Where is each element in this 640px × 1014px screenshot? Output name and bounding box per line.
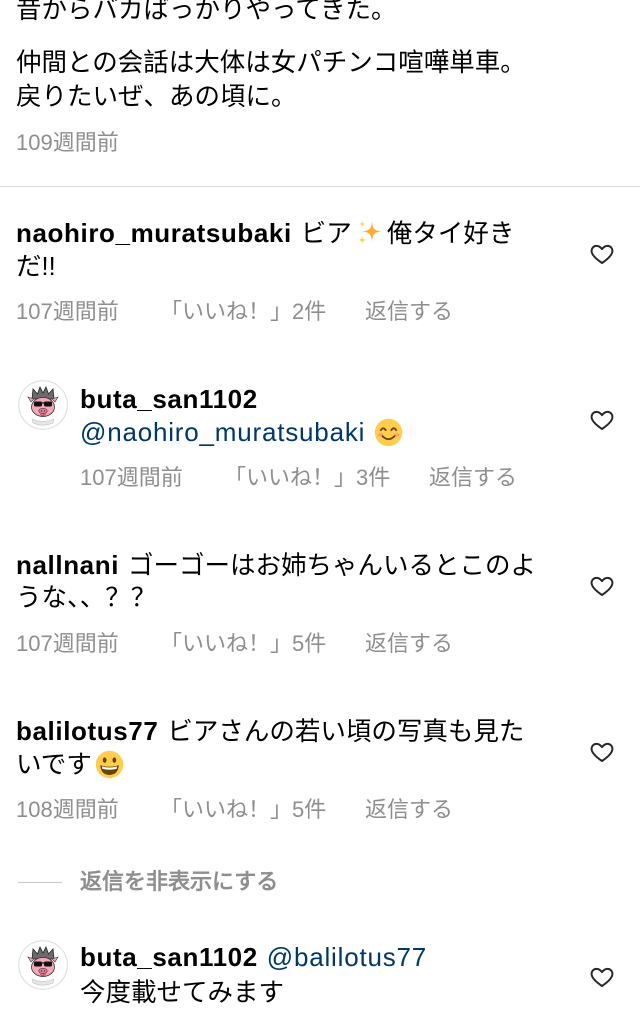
comment-text-line: 今度載せてみます [80,976,284,1010]
mention-link[interactable]: @balilotus77 [267,942,427,972]
sparkles-emoji-icon [355,219,384,248]
like-heart-icon[interactable] [589,573,615,599]
reply-button[interactable]: 返信する [365,796,453,824]
comment-text-line: うな、、？？ [16,581,156,615]
comments-screen: 昔からバカばっかりやってきた。 仲間との会話は大体は女パチンコ喧嘩単車。 戻りた… [0,0,640,1014]
like-heart-icon[interactable] [589,241,615,267]
reply-button[interactable]: 返信する [365,630,453,658]
comment-timestamp: 107週間前 [16,631,119,656]
caption-timestamp: 109週間前 [16,130,119,155]
caption-line: 仲間との会話は大体は女パチンコ喧嘩単車。 [16,49,526,77]
comment-timestamp: 108週間前 [16,797,119,822]
likes-count-link[interactable]: 「いいね！」2件 [160,298,326,326]
avatar[interactable] [18,940,68,990]
comment-text-line: balilotus77 ビアさんの若い頃の写真も見た [16,714,524,748]
reply-button[interactable]: 返信する [429,464,517,492]
comment-text-line: いです [16,748,127,782]
comment-text: ビア [300,220,352,248]
like-heart-icon[interactable] [589,739,615,765]
replies-divider-line [18,882,62,883]
comment-text: いです [16,751,92,779]
smiling-face-emoji-icon [374,418,403,447]
comment-username[interactable]: balilotus77 [16,716,158,746]
comment-username[interactable]: nallnani [16,550,119,580]
comment-username[interactable]: naohiro_muratsubaki [16,218,292,248]
comment-timestamp: 107週間前 [16,299,119,324]
comment-username[interactable]: buta_san1102 [80,384,258,414]
comment-text-line: buta_san1102 [80,382,267,416]
like-heart-icon[interactable] [589,407,615,433]
comment-text-line: buta_san1102 @balilotus77 [80,940,427,974]
comment-text: 俺タイ好き [386,220,515,248]
likes-count-link[interactable]: 「いいね！」5件 [160,796,326,824]
comment-text-line: nallnani ゴーゴーはお姉ちゃんいるとこのよ [16,548,536,582]
comment-text: ビアさんの若い頃の写真も見た [167,718,525,746]
comment-timestamp: 107週間前 [80,465,183,490]
hide-replies-button[interactable]: 返信を非表示にする [80,868,278,896]
like-heart-icon[interactable] [589,964,615,990]
likes-count-link[interactable]: 「いいね！」3件 [224,464,390,492]
comment-text: うな、、？？ [16,584,157,612]
caption-line: 昔からバカばっかりやってきた。 [16,0,397,24]
avatar[interactable] [18,380,68,430]
comment-text: だ!! [16,253,56,281]
grinning-face-emoji-icon [95,750,124,779]
reply-button[interactable]: 返信する [365,298,453,326]
caption-divider [0,186,640,187]
comment-username[interactable]: buta_san1102 [80,942,258,972]
comment-text-line: @naohiro_muratsubaki [80,415,406,449]
likes-count-link[interactable]: 「いいね！」5件 [160,630,326,658]
comment-text-line: だ!! [16,250,56,284]
caption-line: 戻りたいぜ、あの頃に。 [16,83,297,111]
comment-text: 今度載せてみます [80,979,285,1007]
mention-link[interactable]: @naohiro_muratsubaki [80,417,365,447]
comment-text: ゴーゴーはお姉ちゃんいるとこのよ [128,552,537,580]
comment-text-line: naohiro_muratsubaki ビア 俺タイ好き [16,216,514,250]
